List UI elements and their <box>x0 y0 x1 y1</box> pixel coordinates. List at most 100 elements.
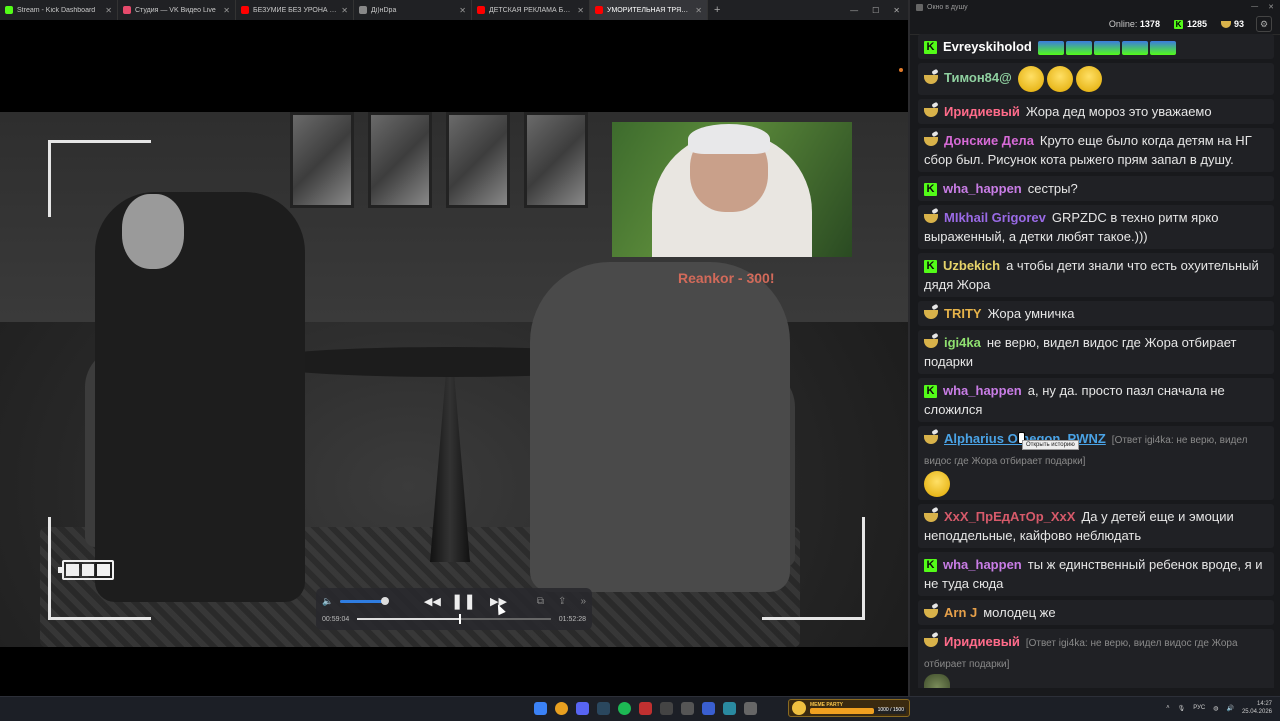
pause-icon[interactable]: ❚❚ <box>451 592 476 610</box>
meme-party-widget[interactable]: MEME PARTY 1000 / 1500 <box>788 699 910 717</box>
share-icon[interactable]: ⇪ <box>558 596 566 607</box>
chat-message: Донские Дела Круто еще было когда детям н… <box>918 128 1274 172</box>
seek-progress <box>357 618 459 620</box>
browser-tab[interactable]: Студия — VK Видео Live ✕ <box>118 0 236 20</box>
close-icon[interactable]: ✕ <box>341 6 348 15</box>
rewind-icon[interactable]: ◀◀ <box>424 595 441 608</box>
emote-icon <box>1149 40 1176 55</box>
app-icon[interactable] <box>723 702 736 715</box>
app-icon[interactable] <box>681 702 694 715</box>
chat-message: Тимон84@ <box>918 63 1274 95</box>
chat-username[interactable]: TRITY <box>944 306 982 321</box>
tab-favicon-icon <box>241 6 249 14</box>
vk-icon <box>924 108 938 118</box>
discord-icon[interactable] <box>576 702 589 715</box>
window-controls: — ☐ ✕ <box>850 6 908 15</box>
meme-party-count: 1000 / 1500 <box>877 707 904 713</box>
steam-icon[interactable] <box>597 702 610 715</box>
chat-window-title: Окно в душу <box>927 3 968 11</box>
browser-tab[interactable]: Stream - Kick Dashboard ✕ <box>0 0 118 20</box>
player-controls: 🔈 ◀◀ ❚❚ ▶▶ ⧉ ⇪ » 00:59:04 01:52:28 <box>316 588 592 630</box>
chat-username[interactable]: Arn J <box>944 605 977 620</box>
chat-username[interactable]: wha_happen <box>943 557 1022 572</box>
chat-username[interactable]: Тимон84@ <box>944 70 1012 85</box>
browser-tab[interactable]: БЕЗУМИЕ БЕЗ УРОНА ЗА 4 ЧАСА ✕ <box>236 0 354 20</box>
chat-username[interactable]: igi4ka <box>944 335 981 350</box>
total-time: 01:52:28 <box>558 615 586 623</box>
chevron-right-icon[interactable]: » <box>580 596 586 607</box>
vk-icon <box>924 339 938 349</box>
online-label: Online: <box>1108 19 1138 29</box>
new-tab-button[interactable]: + <box>708 4 726 16</box>
chat-message: Иридиевый Жора дед мороз это уважаемо <box>918 99 1274 124</box>
chat-username[interactable]: Иридиевый <box>944 104 1020 119</box>
app-icon[interactable] <box>702 702 715 715</box>
app-icon[interactable] <box>744 702 757 715</box>
volume-icon[interactable]: 🔈 <box>322 596 336 607</box>
volume-knob[interactable] <box>380 596 389 605</box>
pip-toggle-icon[interactable]: ⧉ <box>537 596 544 607</box>
chat-message: K Evreyskiholod <box>918 34 1274 59</box>
browser-tab[interactable]: ДЕТСКАЯ РЕКЛАМА БЛОКИРОВ✕ <box>472 0 590 20</box>
close-icon[interactable]: ✕ <box>223 6 230 15</box>
current-time: 00:59:04 <box>322 615 350 623</box>
camera-frame-corner <box>48 140 151 217</box>
emote-icon <box>1037 40 1064 55</box>
spotify-icon[interactable] <box>618 702 631 715</box>
close-icon[interactable]: ✕ <box>459 6 466 15</box>
chat-username[interactable]: Evreyskiholod <box>943 39 1032 54</box>
seek-knob[interactable] <box>458 614 461 624</box>
browser-tab[interactable]: УМОРИТЕЛЬНАЯ ТРЯСКА ВОК ✕ <box>590 0 708 20</box>
minimize-icon[interactable]: — <box>1251 3 1258 11</box>
tab-title: Stream - Kick Dashboard <box>17 6 96 14</box>
chat-message: Иридиевый [Ответ igi4ka: не верю, видел в… <box>918 629 1274 688</box>
meme-party-fill <box>810 708 875 714</box>
chat-username[interactable]: wha_happen <box>943 181 1022 196</box>
vk-icon <box>924 137 938 147</box>
chat-username[interactable]: Донские Дела <box>944 133 1034 148</box>
kick-icon: K <box>924 41 937 55</box>
tooltip: Открыть историю <box>1022 440 1079 450</box>
maximize-icon[interactable]: ☐ <box>872 6 879 15</box>
seek-bar[interactable] <box>357 614 551 624</box>
start-icon[interactable] <box>534 702 547 715</box>
minimize-icon[interactable]: — <box>850 6 858 15</box>
chat-username[interactable]: XxX_ПрЕдАтОр_XxX <box>944 509 1075 524</box>
chat-message-list[interactable]: K Evreyskiholod Тимон84@ Иридиевый Жора дед … <box>918 34 1274 688</box>
kick-icon: K <box>1173 20 1183 29</box>
volume-slider[interactable] <box>339 596 389 605</box>
painting <box>524 112 588 208</box>
close-icon[interactable]: ✕ <box>577 6 584 15</box>
chat-message: Kwha_happen ты ж единственный ребенок вро… <box>918 552 1274 596</box>
tab-title: Дi)нDра <box>371 6 397 14</box>
network-icon[interactable]: ◍ <box>1213 705 1218 712</box>
vk-icon <box>924 609 938 619</box>
emote-icon <box>1017 66 1044 92</box>
chat-username[interactable]: MIkhail Grigorev <box>944 210 1046 225</box>
chevron-up-icon[interactable]: ˄ <box>1166 705 1170 711</box>
close-icon[interactable]: ✕ <box>893 6 900 15</box>
close-icon[interactable]: ✕ <box>105 6 112 15</box>
clock[interactable]: 14:27 25.04.2026 <box>1242 700 1272 716</box>
browser-tab[interactable]: Дi)нDра ✕ <box>354 0 472 20</box>
microphone-icon[interactable]: 🎙 <box>1178 705 1186 712</box>
chrome-icon[interactable] <box>555 702 568 715</box>
chat-username[interactable]: Иридиевый <box>944 634 1020 649</box>
chat-message: Kwha_happen а, ну да. просто пазл сначала… <box>918 378 1274 422</box>
app-icon[interactable] <box>639 702 652 715</box>
chat-message-text: сестры? <box>1027 181 1078 196</box>
volume-icon[interactable]: 🔊 <box>1226 705 1233 712</box>
chat-username[interactable]: Uzbekich <box>943 258 1000 273</box>
vk-icon <box>924 513 938 523</box>
painting <box>290 112 354 208</box>
chat-username[interactable]: wha_happen <box>943 383 1022 398</box>
app-icon[interactable] <box>660 702 673 715</box>
gear-icon[interactable]: ⚙ <box>1256 16 1272 32</box>
language-indicator[interactable]: РУС <box>1193 705 1205 711</box>
picture-in-picture <box>612 122 852 257</box>
close-icon[interactable]: ✕ <box>1268 3 1274 11</box>
chat-message: Alpharius Omegon_PWNZ [Ответ igi4ka: не в… <box>918 426 1274 500</box>
online-count: 1378 <box>1139 19 1160 29</box>
vk-icon <box>924 435 938 445</box>
close-icon[interactable]: ✕ <box>695 6 702 15</box>
